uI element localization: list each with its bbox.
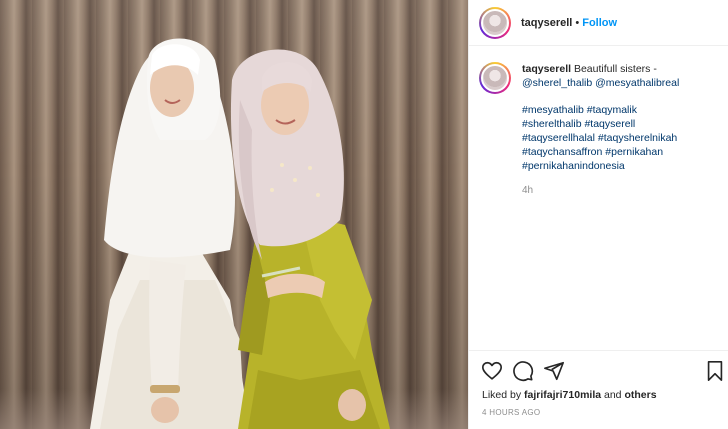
avatar[interactable] — [479, 6, 511, 39]
hashtag-line[interactable]: #sherelthalib #taqyserell — [522, 117, 719, 131]
caption-avatar-image — [481, 64, 509, 92]
caption-text-block: taqyserell Beautifull sisters - @sherel_… — [522, 62, 719, 198]
caption-username[interactable]: taqyserell — [522, 63, 571, 75]
post-timestamp: 4 HOURS AGO — [482, 408, 541, 417]
header-username[interactable]: taqyserell — [521, 17, 572, 29]
heart-icon[interactable] — [481, 360, 503, 382]
share-icon[interactable] — [543, 360, 565, 382]
caption: taqyserell Beautifull sisters - @sherel_… — [479, 62, 719, 198]
action-bar: Liked by fajrifajri710mila and others 4 … — [469, 350, 728, 429]
separator-dot: • — [575, 16, 580, 29]
hashtag-line[interactable]: #pernikahanindonesia — [522, 159, 719, 173]
avatar-image — [481, 8, 509, 37]
caption-text: Beautifull sisters - — [573, 63, 657, 75]
caption-row: taqyserell Beautifull sisters - @sherel_… — [479, 62, 719, 198]
follow-button[interactable]: Follow — [582, 17, 617, 29]
post-side-panel: taqyserell • Follow taqyserell Beautiful… — [468, 0, 728, 429]
mention-link[interactable]: @sherel_thalib — [522, 77, 592, 89]
hashtag-line[interactable]: #mesyathalib #taqymalik — [522, 103, 719, 117]
action-icons — [481, 360, 565, 382]
caption-avatar[interactable] — [479, 62, 511, 94]
comment-icon[interactable] — [512, 360, 534, 382]
post-header: taqyserell • Follow — [469, 0, 728, 46]
hashtag-line[interactable]: #taqychansaffron #pernikahan — [522, 145, 719, 159]
two-women-figures — [90, 38, 390, 429]
caption-age: 4h — [522, 185, 534, 196]
bookmark-icon[interactable] — [705, 360, 725, 382]
post-photo[interactable] — [0, 0, 468, 429]
liked-user-link[interactable]: fajrifajri710mila — [524, 389, 601, 401]
liked-prefix: Liked by — [482, 389, 522, 401]
liked-others-link[interactable]: others — [624, 389, 656, 401]
hashtag-line[interactable]: #taqyserellhalal #taqysherelnikah — [522, 131, 719, 145]
mention-link[interactable]: @mesyathalibreal — [595, 77, 679, 89]
liked-suffix: and — [604, 389, 622, 401]
hashtag-list: #mesyathalib #taqymalik #sherelthalib #t… — [522, 103, 719, 173]
likes-summary: Liked by fajrifajri710mila and others — [482, 389, 657, 401]
